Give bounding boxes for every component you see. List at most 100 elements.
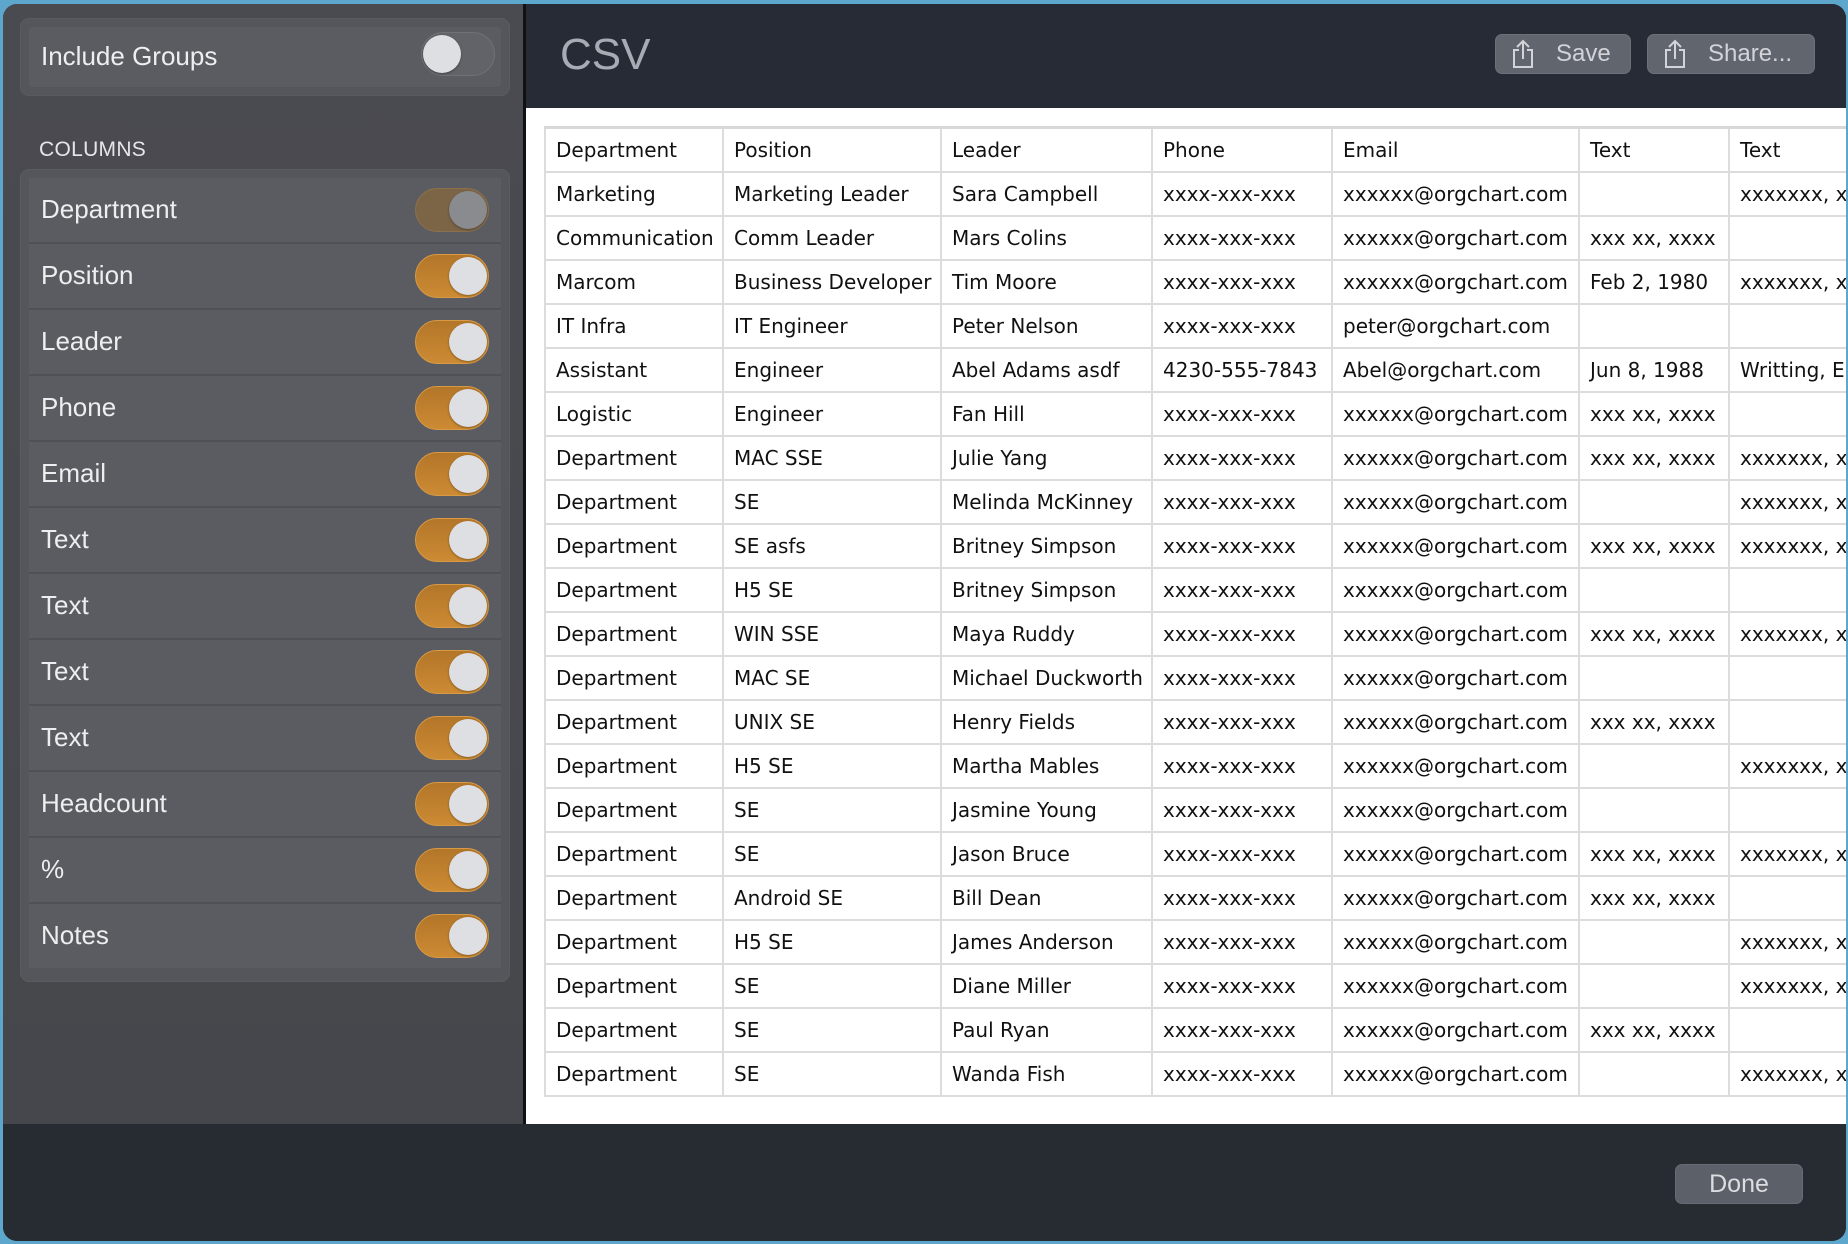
table-cell: xxxxxx@orgchart.com	[1331, 1007, 1580, 1053]
share-label: Share...	[1708, 40, 1793, 67]
table-row: Department WIN SSE Maya Ruddy xxxx-xxx-xxx x…	[544, 611, 1846, 657]
table-cell: Martha Mables	[940, 743, 1153, 789]
table-cell: SE	[722, 787, 942, 833]
include-groups-box: Include Groups	[20, 18, 510, 96]
table-cell: xxxx-xxx-xxx	[1151, 303, 1333, 349]
table-cell: Jasmine Young	[940, 787, 1153, 833]
column-toggle[interactable]	[415, 518, 489, 562]
column-toggle[interactable]	[415, 914, 489, 958]
table-cell: SE	[722, 1007, 942, 1053]
column-toggle[interactable]	[415, 782, 489, 826]
table-cell: xxx xx, xxxx	[1578, 391, 1730, 437]
table-row: Marcom Business Developer Tim Moore xxxx-xx…	[544, 259, 1846, 305]
column-toggle-row: Position	[29, 244, 501, 310]
table-row: Assistant Engineer Abel Adams asdf 4230-555…	[544, 347, 1846, 393]
table-cell: xxxxxx@orgchart.com	[1331, 479, 1580, 525]
table-cell: Department	[544, 611, 724, 657]
table-cell: Abel Adams asdf	[940, 347, 1153, 393]
table-cell: Department	[544, 875, 724, 921]
table-row: Department SE asfs Britney Simpson xxxx-xxx…	[544, 523, 1846, 569]
table-cell: Department	[544, 831, 724, 877]
table-cell: Fan Hill	[940, 391, 1153, 437]
table-cell: Department	[544, 919, 724, 965]
column-label: Text	[41, 656, 89, 686]
table-cell: Paul Ryan	[940, 1007, 1153, 1053]
main-header: CSV Save Share...	[526, 4, 1846, 108]
table-cell: Julie Yang	[940, 435, 1153, 481]
table-row: Department Android SE Bill Dean xxxx-xxx-xx…	[544, 875, 1846, 921]
table-row: Department SE Diane Miller xxxx-xxx-xxx xxxx…	[544, 963, 1846, 1009]
column-toggle[interactable]	[415, 254, 489, 298]
table-cell: xxxxxx@orgchart.com	[1331, 567, 1580, 613]
table-row: Department UNIX SE Henry Fields xxxx-xxx-xx…	[544, 699, 1846, 745]
table-cell: xxx xx, xxxx	[1578, 215, 1730, 261]
column-label: Phone	[41, 392, 117, 422]
column-toggle[interactable]	[415, 584, 489, 628]
column-header: Email	[1331, 126, 1580, 173]
table-cell: Britney Simpson	[940, 523, 1153, 569]
column-toggle-row: Leader	[29, 310, 501, 376]
table-cell: xxxx-xxx-xxx	[1151, 875, 1333, 921]
table-cell: Department	[544, 787, 724, 833]
table-cell: xxxxxx@orgchart.com	[1331, 831, 1580, 877]
table-cell: Department	[544, 435, 724, 481]
column-toggle[interactable]	[415, 716, 489, 760]
column-toggle[interactable]	[415, 320, 489, 364]
table-cell: xxxxxxx, x	[1728, 611, 1846, 657]
toggle-knob	[449, 917, 487, 955]
column-toggle[interactable]	[415, 650, 489, 694]
column-toggle[interactable]	[415, 452, 489, 496]
table-cell: Department	[544, 567, 724, 613]
save-button[interactable]: Save	[1495, 34, 1631, 74]
csv-export-dialog: Include Groups COLUMNS Department Positio…	[3, 4, 1846, 1241]
table-cell: H5 SE	[722, 743, 942, 789]
table-cell: H5 SE	[722, 919, 942, 965]
csv-preview[interactable]: Department Position Leader Phone Email Text Te…	[526, 108, 1846, 1124]
table-cell: Comm Leader	[722, 215, 942, 261]
columns-box: Department Position Leader Phone Email Text Te…	[20, 169, 510, 982]
table-cell	[1578, 303, 1730, 349]
column-toggle[interactable]	[415, 848, 489, 892]
toggle-knob	[449, 521, 487, 559]
table-row: IT Infra IT Engineer Peter Nelson xxxx-xxx-…	[544, 303, 1846, 349]
share-button[interactable]: Share...	[1647, 34, 1815, 74]
table-row: Department SE Jason Bruce xxxx-xxx-xxx xxxxx…	[544, 831, 1846, 877]
table-cell: xxxx-xxx-xxx	[1151, 699, 1333, 745]
include-groups-toggle[interactable]	[421, 32, 495, 76]
table-cell: xxxx-xxx-xxx	[1151, 919, 1333, 965]
table-cell: WIN SSE	[722, 611, 942, 657]
column-header: Department	[544, 126, 724, 173]
table-row: Department H5 SE Martha Mables xxxx-xxx-xxx…	[544, 743, 1846, 789]
table-row: Marketing Marketing Leader Sara Campbell xx…	[544, 171, 1846, 217]
table-cell: Logistic	[544, 391, 724, 437]
table-cell: Department	[544, 655, 724, 701]
table-cell: xxxxxx@orgchart.com	[1331, 259, 1580, 305]
table-cell: Engineer	[722, 347, 942, 393]
table-row: Department SE Melinda McKinney xxxx-xxx-xxx…	[544, 479, 1846, 525]
table-cell: Communication	[544, 215, 724, 261]
table-cell: xxxx-xxx-xxx	[1151, 1007, 1333, 1053]
table-cell: Department	[544, 1007, 724, 1053]
table-cell: xxxx-xxx-xxx	[1151, 259, 1333, 305]
table-cell: SE asfs	[722, 523, 942, 569]
table-row: Department H5 SE Britney Simpson xxxx-xxx-x…	[544, 567, 1846, 613]
include-groups-label: Include Groups	[41, 41, 218, 71]
column-toggle[interactable]	[415, 386, 489, 430]
table-cell: Department	[544, 963, 724, 1009]
table-cell: xxxxxx@orgchart.com	[1331, 1051, 1580, 1097]
table-cell: xxxxxxx, x	[1728, 523, 1846, 569]
table-cell: xxxxxx@orgchart.com	[1331, 919, 1580, 965]
column-header: Phone	[1151, 126, 1333, 173]
table-cell: xxxxxx@orgchart.com	[1331, 611, 1580, 657]
table-cell	[1578, 567, 1730, 613]
table-cell: Abel@orgchart.com	[1331, 347, 1580, 393]
table-cell: MAC SE	[722, 655, 942, 701]
table-cell: xxxxxxx, x	[1728, 743, 1846, 789]
column-label: Leader	[41, 326, 122, 356]
share-box-icon	[1665, 39, 1685, 68]
table-cell: xxxxxx@orgchart.com	[1331, 215, 1580, 261]
table-cell: MAC SSE	[722, 435, 942, 481]
table-cell: Department	[544, 699, 724, 745]
done-button[interactable]: Done	[1675, 1164, 1803, 1204]
column-label: %	[41, 854, 65, 884]
